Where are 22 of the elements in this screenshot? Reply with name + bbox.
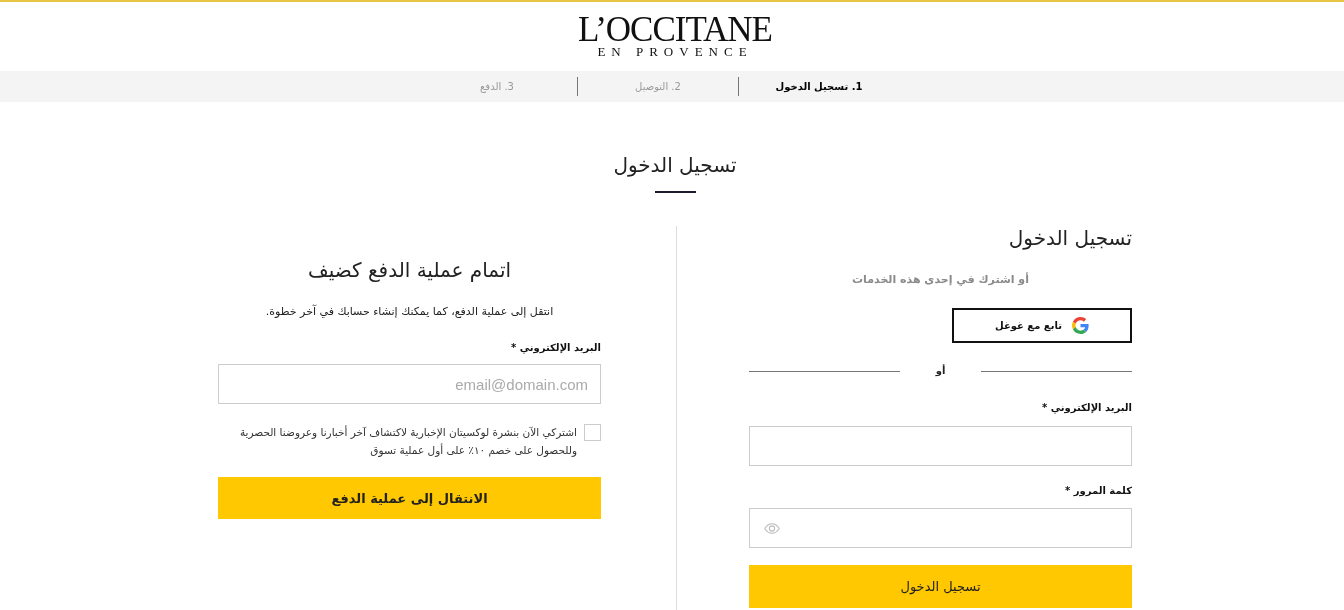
login-button[interactable]: تسجيل الدخول: [749, 565, 1132, 608]
logo-wordmark: L’OCCITANE: [578, 14, 772, 46]
password-field[interactable]: [749, 508, 1132, 548]
email-field[interactable]: email@domain.com: [218, 364, 601, 404]
guest-intro-text: انتقل إلى عملية الدفع، كما يمكنك إنشاء حسابك في آخر خطوة.: [265, 304, 554, 320]
newsletter-label: اشتركي الآن بنشرة لوكسيتان الإخبارية لاكتشاف آخر أخبارنا وعروضنا الحصرية وللحصول على خصم ١٠٪ على أول عملية تسوق: [238, 424, 577, 459]
field-label: البريد الإلكتروني *: [510, 341, 601, 356]
login-heading: تسجيل الدخول: [1008, 226, 1132, 250]
google-g-icon: [1072, 317, 1089, 334]
checkout-step-tab[interactable]: 1. تسجيل الدخول: [739, 71, 899, 102]
eye-icon[interactable]: [764, 522, 780, 534]
guest-checkout-button[interactable]: الانتقال إلى عملية الدفع: [218, 477, 601, 519]
guest-checkout-heading: اتمام عملية الدفع كضيف: [307, 258, 512, 282]
divider-label: أو: [935, 363, 946, 378]
google-signin-button[interactable]: تابع مع غوغل: [952, 308, 1132, 343]
social-login-prompt: أو اشترك في إحدى هذه الخدمات: [852, 272, 1029, 288]
newsletter-checkbox[interactable]: [584, 424, 601, 441]
email-field[interactable]: [749, 426, 1132, 466]
field-label: البريد الإلكتروني *: [1041, 401, 1132, 416]
logo-tagline: EN PROVENCE: [597, 46, 753, 58]
page-title: تسجيل الدخول: [613, 153, 737, 177]
field-label: كلمة المرور *: [1065, 484, 1132, 499]
